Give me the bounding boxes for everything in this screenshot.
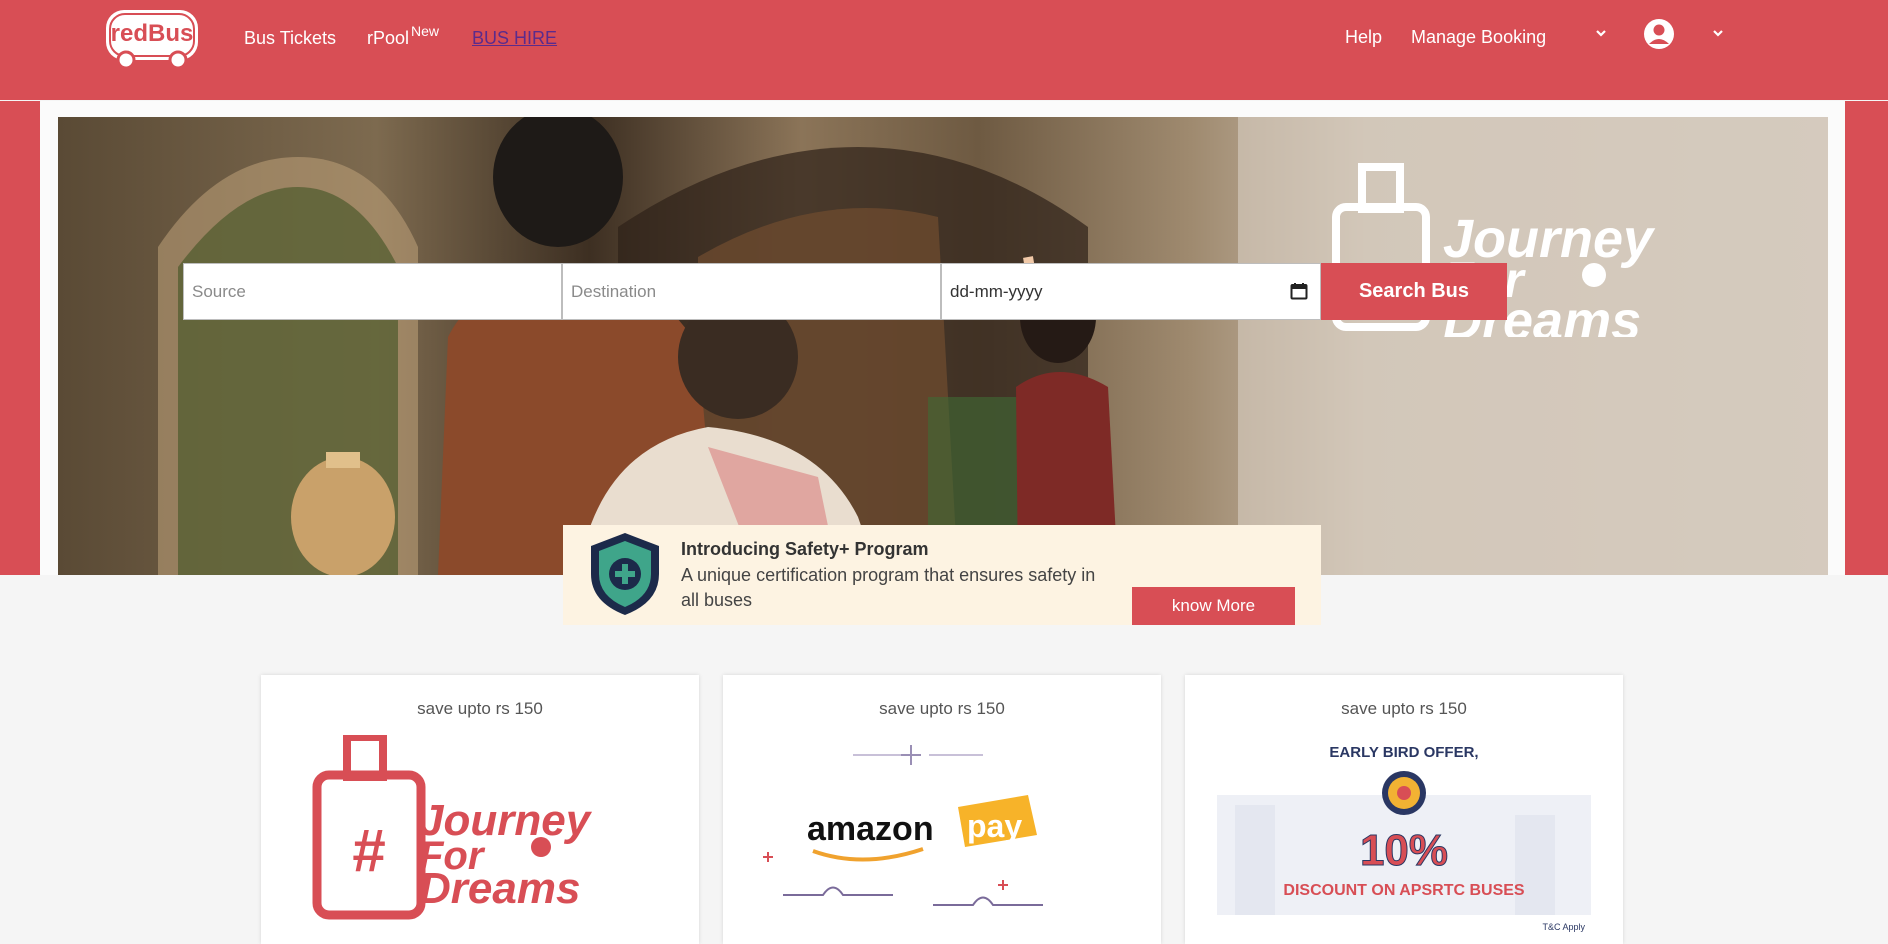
card-art-line1: amazon [807, 810, 934, 848]
safety-description: A unique certification program that ensu… [681, 565, 1096, 610]
hero-banner-image: Journey For Dreams [58, 117, 1828, 575]
safety-title: Introducing Safety+ Program [681, 539, 929, 559]
top-nav-bar: redBus Bus Tickets rPool New BUS HIRE Hel… [0, 0, 1888, 100]
svg-text:#: # [352, 817, 385, 884]
card-art-line4: T&C Apply [1542, 922, 1585, 932]
card-art-line2: 10% [1360, 826, 1448, 875]
destination-input[interactable] [571, 264, 940, 320]
svg-text:redBus: redBus [111, 20, 194, 47]
offer-card[interactable]: save upto rs 150 amazon pay [723, 675, 1161, 944]
journey-date-field[interactable]: dd-mm-yyyy [941, 263, 1321, 320]
hero-side-strip [0, 101, 40, 575]
redbus-logo[interactable]: redBus [104, 8, 200, 70]
nav-help[interactable]: Help [1345, 27, 1382, 48]
offer-caption: save upto rs 150 [1341, 699, 1467, 718]
hero-side-strip [1845, 101, 1888, 575]
safety-plus-banner: Introducing Safety+ Program A unique cer… [563, 525, 1321, 625]
destination-field[interactable] [562, 263, 941, 320]
amazon-pay-logo: amazon pay [763, 745, 1043, 906]
nav-rpool[interactable]: rPool New [367, 23, 439, 49]
calendar-icon[interactable] [1290, 282, 1308, 300]
offer-card[interactable]: save upto rs 150 # Journey For Dreams [261, 675, 699, 944]
card-art-line3: DISCOUNT ON APSRTC BUSES [1283, 882, 1525, 899]
nav-bus-tickets[interactable]: Bus Tickets [244, 28, 336, 49]
offer-card[interactable]: save upto rs 150 EARLY BIRD OFFER, 10% D… [1185, 675, 1623, 944]
card-art-line3: Dreams [419, 864, 580, 913]
new-badge: New [411, 23, 440, 39]
early-bird-apsrtc-offer: EARLY BIRD OFFER, 10% DISCOUNT ON APSRTC… [1217, 744, 1591, 932]
card-art-line1: EARLY BIRD OFFER, [1329, 744, 1478, 761]
source-input[interactable] [192, 264, 561, 320]
journey-for-dreams-logo: # Journey For Dreams [312, 735, 593, 920]
offer-caption: save upto rs 150 [417, 699, 543, 718]
offer-caption: save upto rs 150 [879, 699, 1005, 718]
safety-shield-icon [591, 533, 659, 615]
nav-bus-hire[interactable]: BUS HIRE [472, 28, 557, 49]
chevron-down-icon[interactable] [1594, 26, 1608, 40]
know-more-button[interactable]: know More [1132, 587, 1295, 625]
nav-manage-booking[interactable]: Manage Booking [1411, 27, 1546, 48]
search-bus-button[interactable]: Search Bus [1321, 263, 1507, 320]
date-input-value: dd-mm-yyyy [950, 282, 1043, 301]
user-avatar-icon[interactable] [1643, 18, 1675, 50]
nav-rpool-label: rPool [367, 28, 410, 48]
card-art-line2: pay [967, 808, 1022, 844]
source-field[interactable] [183, 263, 562, 320]
chevron-down-icon[interactable] [1711, 26, 1725, 40]
